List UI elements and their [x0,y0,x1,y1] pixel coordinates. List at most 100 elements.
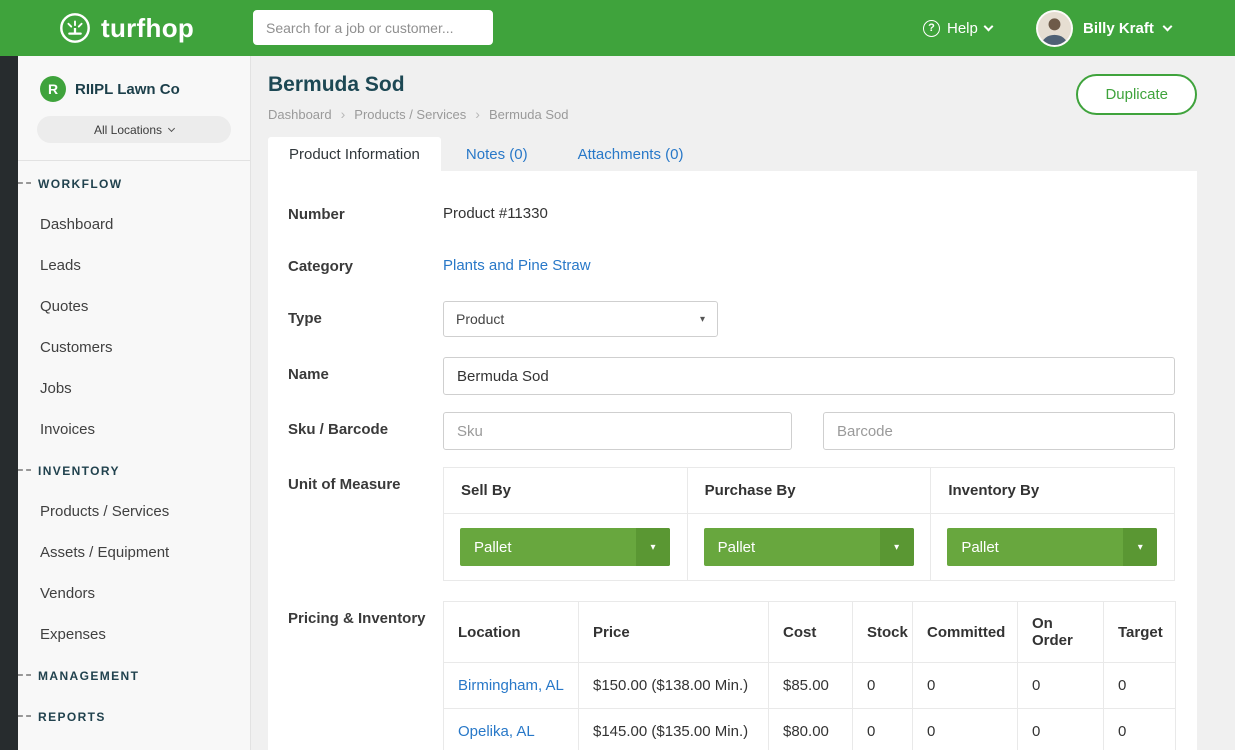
type-label: Type [288,301,443,337]
sidebar-item-dashboard[interactable]: Dashboard [18,204,250,245]
tab-attachments[interactable]: Attachments (0) [553,137,709,171]
caret-down-icon: ▾ [636,528,670,566]
turfhop-logo-icon [58,11,92,45]
committed-cell: 0 [913,709,1018,750]
sell-by-value: Pallet [460,528,636,566]
nav-section-inventory: INVENTORY [18,450,250,491]
purchase-by-value: Pallet [704,528,880,566]
pricing-col-target: Target [1104,602,1176,663]
nav-section-label: REPORTS [38,710,106,724]
cost-cell: $80.00 [769,709,853,750]
breadcrumb-dashboard[interactable]: Dashboard [268,107,332,122]
pricing-col-location: Location [444,602,579,663]
locations-dropdown[interactable]: All Locations [37,116,231,143]
company-selector[interactable]: R RIIPL Lawn Co [18,56,250,102]
sidebar-item-assets-equipment[interactable]: Assets / Equipment [18,532,250,573]
brand-logo[interactable]: turfhop [58,0,194,56]
caret-down-icon: ▾ [880,528,914,566]
committed-cell: 0 [913,663,1018,709]
sidebar-item-quotes[interactable]: Quotes [18,286,250,327]
pricing-col-price: Price [579,602,769,663]
breadcrumb-separator-icon: › [475,106,480,122]
category-label: Category [288,249,443,277]
global-search [253,10,493,45]
sidebar-item-expenses[interactable]: Expenses [18,614,250,655]
name-input[interactable] [443,357,1175,395]
nav-section-label: INVENTORY [38,464,120,478]
target-cell: 0 [1104,663,1176,709]
barcode-input[interactable] [823,412,1175,450]
company-name: RIIPL Lawn Co [75,81,180,98]
dashes-icon [18,715,31,717]
breadcrumb: Dashboard › Products / Services › Bermud… [268,106,1197,122]
sidebar: R RIIPL Lawn Co All Locations WORKFLOW D… [0,56,251,750]
sidebar-item-customers[interactable]: Customers [18,327,250,368]
tab-bar: Product Information Notes (0) Attachment… [251,137,1235,171]
category-link[interactable]: Plants and Pine Straw [443,249,591,274]
sidebar-item-invoices[interactable]: Invoices [18,409,250,450]
stock-cell: 0 [853,709,913,750]
locations-label: All Locations [94,123,162,137]
chevron-down-icon [983,21,993,31]
sidebar-item-jobs[interactable]: Jobs [18,368,250,409]
purchase-by-select[interactable]: Pallet ▾ [704,528,914,566]
pricing-col-committed: Committed [913,602,1018,663]
pricing-col-stock: Stock [853,602,913,663]
dashes-icon [18,469,31,471]
duplicate-button[interactable]: Duplicate [1076,74,1197,115]
table-row: Opelika, AL $145.00 ($135.00 Min.) $80.0… [444,709,1176,750]
tab-product-information[interactable]: Product Information [268,137,441,171]
sku-input[interactable] [443,412,792,450]
pricing-inventory-label: Pricing & Inventory [288,601,443,750]
dashes-icon [18,674,31,676]
table-row: Birmingham, AL $150.00 ($138.00 Min.) $8… [444,663,1176,709]
breadcrumb-products-services[interactable]: Products / Services [354,107,466,122]
sidebar-item-leads[interactable]: Leads [18,245,250,286]
nav-section-workflow: WORKFLOW [18,163,250,204]
breadcrumb-current: Bermuda Sod [489,107,569,122]
user-menu[interactable]: Billy Kraft [1036,0,1171,56]
nav-section-label: MANAGEMENT [38,669,139,683]
uom-col-purchase-by: Purchase By [687,468,931,514]
nav-section-management[interactable]: MANAGEMENT [18,655,250,696]
on-order-cell: 0 [1018,709,1104,750]
location-link-birmingham[interactable]: Birmingham, AL [458,677,564,694]
inventory-by-value: Pallet [947,528,1123,566]
caret-down-icon: ▾ [1123,528,1157,566]
sidebar-item-products-services[interactable]: Products / Services [18,491,250,532]
help-icon: ? [923,20,940,37]
chevron-down-icon [168,125,175,132]
sidebar-item-vendors[interactable]: Vendors [18,573,250,614]
nav-section-reports[interactable]: REPORTS [18,696,250,737]
main-content: Bermuda Sod Dashboard › Products / Servi… [251,56,1235,750]
company-badge-icon: R [40,76,66,102]
help-label: Help [947,20,978,37]
location-link-opelika[interactable]: Opelika, AL [458,723,535,740]
divider [18,160,250,161]
sell-by-select[interactable]: Pallet ▾ [460,528,670,566]
inventory-by-select[interactable]: Pallet ▾ [947,528,1157,566]
cost-cell: $85.00 [769,663,853,709]
nav-section-label: WORKFLOW [38,177,123,191]
price-cell: $145.00 ($135.00 Min.) [579,709,769,750]
help-menu[interactable]: ? Help [923,0,992,56]
product-number-value: Product #11330 [443,197,548,222]
sidebar-nav: WORKFLOW Dashboard Leads Quotes Customer… [18,163,250,737]
sidebar-edge-strip [0,56,18,750]
uom-col-inventory-by: Inventory By [931,468,1175,514]
number-label: Number [288,197,443,225]
brand-name: turfhop [101,13,194,44]
tab-notes[interactable]: Notes (0) [441,137,553,171]
type-select[interactable]: Product ▾ [443,301,718,337]
uom-col-sell-by: Sell By [444,468,688,514]
unit-of-measure-label: Unit of Measure [288,467,443,581]
on-order-cell: 0 [1018,663,1104,709]
caret-down-icon: ▾ [700,314,705,325]
price-cell: $150.00 ($138.00 Min.) [579,663,769,709]
unit-of-measure-table: Sell By Purchase By Inventory By Pallet … [443,467,1175,581]
pricing-col-on-order: On Order [1018,602,1104,663]
target-cell: 0 [1104,709,1176,750]
pricing-col-cost: Cost [769,602,853,663]
top-header: turfhop ? Help Billy Kraft [0,0,1235,56]
search-input[interactable] [253,10,493,45]
